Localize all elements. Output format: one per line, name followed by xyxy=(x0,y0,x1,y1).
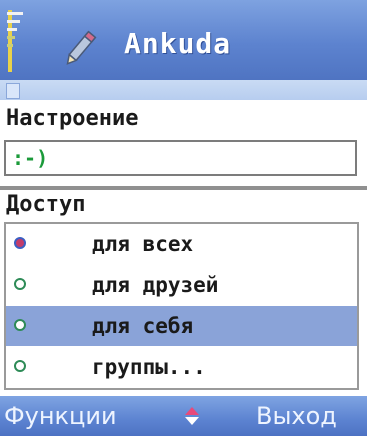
mood-field[interactable]: :-) xyxy=(4,140,357,176)
page-indicator-icon xyxy=(6,83,20,99)
up-down-arrows-icon xyxy=(184,406,200,426)
option-label: группы... xyxy=(92,355,206,379)
signal-strength-icon xyxy=(6,6,26,76)
status-subbar xyxy=(0,80,367,100)
option-label: для всех xyxy=(92,232,194,256)
option-label: для друзей xyxy=(92,273,219,297)
title-bar: Ankuda xyxy=(0,0,367,80)
pencil-icon xyxy=(58,26,102,70)
mood-label: Настроение xyxy=(6,106,139,131)
access-radio-list: для всех для друзей для себя группы... xyxy=(4,222,359,390)
mood-value: :-) xyxy=(12,146,49,170)
phone-screen: Ankuda Настроение :-) Доступ для всех дл… xyxy=(0,0,367,436)
options-softkey[interactable]: Функции xyxy=(4,396,117,436)
access-option-all[interactable]: для всех xyxy=(6,224,357,264)
app-title: Ankuda xyxy=(124,27,232,60)
radio-button-checked xyxy=(14,237,26,249)
access-option-self[interactable]: для себя xyxy=(6,306,357,346)
exit-softkey[interactable]: Выход xyxy=(256,396,337,436)
access-option-friends[interactable]: для друзей xyxy=(6,265,357,305)
softkey-bar: Функции Выход xyxy=(0,396,367,436)
access-option-groups[interactable]: группы... xyxy=(6,347,357,387)
option-label: для себя xyxy=(92,314,194,338)
radio-button xyxy=(14,278,26,290)
radio-button xyxy=(14,319,26,331)
radio-button xyxy=(14,360,26,372)
access-label: Доступ xyxy=(6,192,86,217)
